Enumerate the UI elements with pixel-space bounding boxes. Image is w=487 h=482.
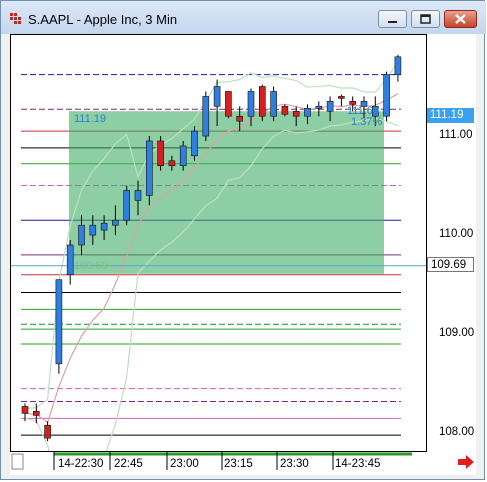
candle [157, 136, 164, 171]
box-mid-label-2: 1.37% [351, 116, 382, 128]
candle-body [66, 244, 74, 275]
candle [338, 94, 345, 107]
chart-area[interactable]: 111.19 109.69 111.69 1.37% 111.00 110.00… [10, 34, 476, 482]
y-tick-108: 108.00 [439, 426, 475, 439]
range-box [69, 111, 384, 274]
candle [55, 279, 63, 374]
candle-body [225, 91, 232, 117]
candle-body [78, 224, 85, 246]
time-axis[interactable]: 14-22:30 22:45 23:00 23:15 23:30 14-23:4… [10, 452, 476, 475]
candle-body [213, 86, 221, 107]
candle-body [146, 140, 153, 196]
maximize-button[interactable] [411, 10, 440, 28]
x-tick-label: 23:15 [224, 458, 253, 470]
candlestick-chart[interactable]: 111.19 109.69 111.69 1.37% [11, 35, 426, 482]
chart-window: S.AAPL - Apple Inc, 3 Min 111.19 109.69 … [0, 0, 486, 482]
y-tick-109: 109.00 [439, 327, 475, 340]
candle [259, 84, 266, 122]
close-icon [455, 14, 466, 24]
chart-app-icon [10, 13, 21, 24]
candle-body [21, 406, 29, 414]
candle-body [44, 424, 51, 439]
candle [281, 104, 289, 117]
candle [44, 421, 51, 442]
candle [383, 71, 390, 122]
scroll-right-arrow-icon[interactable] [457, 455, 475, 469]
candle-body [315, 106, 323, 109]
candle [191, 126, 198, 161]
candle-body [270, 91, 277, 117]
x-tick-label: 14-22:30 [58, 458, 104, 470]
x-tick-label: 14-23:45 [335, 458, 381, 470]
candle-body [281, 106, 289, 115]
candle-body [236, 115, 243, 122]
candle-body [89, 224, 97, 236]
minimize-button[interactable] [378, 10, 407, 28]
candle-body [55, 279, 63, 365]
minimize-icon [388, 21, 397, 23]
candle-body [292, 110, 300, 117]
candle-body [383, 74, 390, 117]
candle-body [338, 96, 345, 99]
title-bar[interactable]: S.AAPL - Apple Inc, 3 Min [1, 1, 486, 34]
candle-body [394, 56, 402, 75]
corner-box [11, 453, 24, 470]
candle-body [191, 130, 198, 157]
candle-body [349, 101, 357, 105]
candle [66, 240, 74, 285]
window-title: S.AAPL - Apple Inc, 3 Min [28, 12, 178, 27]
x-tick-label: 23:00 [170, 458, 199, 470]
candle [270, 86, 277, 122]
x-tick-label: 22:45 [114, 458, 143, 470]
price-axis[interactable]: 111.00 110.00 109.00 108.00 111.19 109.6… [427, 34, 476, 452]
box-top-label: 111.19 [74, 113, 106, 125]
candle [225, 91, 232, 119]
candle-body [247, 91, 255, 117]
candle-body [259, 86, 266, 117]
candle-body [326, 101, 334, 112]
candle-body [112, 219, 119, 226]
maximize-icon [420, 14, 431, 24]
box-bottom-label: 109.69 [74, 260, 108, 272]
marker-price-tag: 109.69 [427, 256, 474, 272]
price-plot[interactable]: 111.19 109.69 111.69 1.37% [10, 34, 427, 482]
candle [394, 54, 402, 82]
candle-body [100, 222, 108, 231]
close-button[interactable] [444, 10, 477, 28]
candle-body [304, 107, 311, 117]
candle-body [157, 140, 164, 167]
candle-body [202, 96, 210, 137]
y-tick-111: 111.00 [439, 129, 473, 142]
candle [202, 91, 210, 141]
x-tick-label: 23:30 [280, 458, 309, 470]
candle [146, 136, 153, 206]
candle [123, 185, 130, 226]
candle-body [32, 411, 40, 416]
candle-body [134, 190, 142, 201]
y-tick-110: 110.00 [439, 228, 474, 241]
candle-body [179, 145, 187, 167]
candle-body [168, 160, 176, 167]
candle-body [123, 190, 130, 221]
current-price-tag: 111.19 [427, 108, 474, 124]
